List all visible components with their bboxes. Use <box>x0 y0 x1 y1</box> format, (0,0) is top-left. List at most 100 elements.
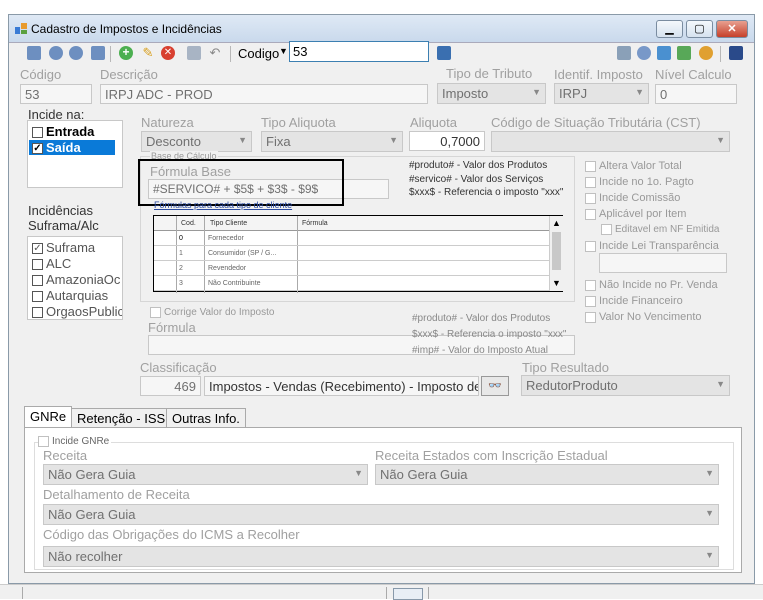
binoculars-search-button[interactable]: 👓 <box>481 376 509 396</box>
maximize-button[interactable]: ▢ <box>686 20 713 38</box>
help-icon[interactable] <box>699 46 713 60</box>
natureza-select[interactable]: Desconto ▼ <box>141 131 252 152</box>
option-altera-valor[interactable]: Altera Valor Total <box>585 158 719 174</box>
incidencia-amazoniaoc-option[interactable]: AmazoniaOc <box>32 272 120 287</box>
option-incide-financeiro[interactable]: Incide Financeiro <box>585 293 718 309</box>
option-valor-vencimento[interactable]: Valor No Vencimento <box>585 309 718 325</box>
incide-entrada-option[interactable]: Entrada <box>32 124 94 139</box>
grid-header-tipo: Tipo Cliente <box>210 220 248 227</box>
tipo-resultado-select[interactable]: RedutorProduto ▼ <box>521 375 730 396</box>
option-incide-1o-pagto[interactable]: Incide no 1o. Pagto <box>585 174 719 190</box>
exit-icon[interactable] <box>729 46 743 60</box>
checkbox-icon[interactable] <box>585 208 596 220</box>
grid-cell-cod: 0 <box>179 235 183 242</box>
hint-line: #produto# - Valor dos Produtos <box>409 160 548 171</box>
tab-gnre[interactable]: GNRe <box>24 406 73 428</box>
codigo-dropdown-icon[interactable]: ▼ <box>279 46 288 56</box>
descricao-field[interactable]: IRPJ ADC - PROD <box>100 84 428 104</box>
scroll-thumb[interactable] <box>552 232 561 270</box>
close-button[interactable]: ✕ <box>716 20 748 38</box>
nivel-calculo-label: Nível Calculo <box>655 67 732 82</box>
chevron-down-icon: ▼ <box>705 468 714 478</box>
option-editavel-nf[interactable]: Editavel em NF Emitida <box>585 222 719 238</box>
tipo-aliquota-select[interactable]: Fixa ▼ <box>261 131 403 152</box>
undo-icon[interactable]: ↶ <box>208 46 222 60</box>
aliquota-field[interactable]: 0,7000 <box>409 131 485 151</box>
option-lei-transparencia[interactable]: Incide Lei Transparência <box>585 238 719 254</box>
checkbox-icon[interactable] <box>150 307 161 318</box>
save-icon[interactable] <box>187 46 201 60</box>
option-aplicavel-item[interactable]: Aplicável por Item <box>585 206 719 222</box>
corrige-formula-label: Fórmula <box>148 320 196 335</box>
incide-na-list: Entrada ✓ Saída <box>27 120 123 188</box>
tipo-tributo-select[interactable]: Imposto ▼ <box>437 83 546 104</box>
checkbox-icon[interactable] <box>32 307 43 319</box>
option-incide-comissao[interactable]: Incide Comissão <box>585 190 719 206</box>
search-record-icon[interactable] <box>437 46 451 60</box>
last-record-icon[interactable] <box>91 46 105 60</box>
receita-select[interactable]: Não Gera Guia ▼ <box>43 464 368 485</box>
incidencia-autarquias-option[interactable]: Autarquias <box>32 288 108 303</box>
checkbox-checked-icon[interactable]: ✓ <box>32 243 43 255</box>
previous-record-icon[interactable] <box>49 46 63 60</box>
option-nao-incide-venda[interactable]: Não Incide no Pr. Venda <box>585 277 718 293</box>
scroll-down-icon[interactable]: ▼ <box>552 278 561 288</box>
toolbar-tool3-icon[interactable] <box>657 46 671 60</box>
incide-gnre-option[interactable]: Incide GNRe <box>38 436 112 448</box>
lei-transparencia-field[interactable] <box>599 253 727 273</box>
add-icon[interactable]: + <box>119 46 133 60</box>
grid-scrollbar[interactable]: ▲ ▼ <box>549 216 563 291</box>
first-record-icon[interactable] <box>27 46 41 60</box>
checkbox-icon[interactable] <box>32 291 43 303</box>
checkbox-icon[interactable] <box>585 160 596 172</box>
classificacao-code-field[interactable]: 469 <box>140 376 201 396</box>
edit-icon[interactable]: ✎ <box>141 46 155 60</box>
app-icon <box>15 23 27 34</box>
checkbox-icon[interactable] <box>585 279 596 291</box>
cst-select[interactable]: ▼ <box>491 131 730 152</box>
checkbox-icon[interactable] <box>32 259 43 271</box>
tab-retencao-iss[interactable]: Retenção - ISS <box>71 408 172 428</box>
corrige-option[interactable]: Corrige Valor do Imposto <box>150 307 274 318</box>
codigo-search-input[interactable]: 53 <box>289 41 429 62</box>
toolbar-separator <box>110 46 111 62</box>
minimize-button[interactable]: ▁ <box>656 20 683 38</box>
mail-icon[interactable] <box>393 588 423 600</box>
incide-saida-option[interactable]: ✓ Saída <box>29 140 115 155</box>
checkbox-icon[interactable] <box>601 223 612 235</box>
incidencia-orgaospublic-option[interactable]: OrgaosPublic <box>32 304 122 319</box>
chevron-down-icon: ▼ <box>354 468 363 478</box>
checkbox-checked-icon[interactable]: ✓ <box>32 143 43 155</box>
checkbox-icon[interactable] <box>585 176 596 188</box>
checkbox-icon[interactable] <box>585 240 596 252</box>
codigo-field[interactable]: 53 <box>20 84 92 104</box>
scroll-up-icon[interactable]: ▲ <box>552 218 561 228</box>
incidencias-subtitle: Suframa/Alc <box>28 218 99 233</box>
chevron-down-icon: ▼ <box>532 87 541 97</box>
identif-imposto-select[interactable]: IRPJ ▼ <box>554 83 649 104</box>
classificacao-desc-field[interactable]: Impostos - Vendas (Recebimento) - Impost… <box>204 376 479 396</box>
incidencia-alc-option[interactable]: ALC <box>32 256 71 271</box>
delete-icon[interactable]: ✕ <box>161 46 175 60</box>
receita-estados-select[interactable]: Não Gera Guia ▼ <box>375 464 719 485</box>
nivel-calculo-field[interactable]: 0 <box>655 84 737 104</box>
checkbox-icon[interactable] <box>32 275 43 287</box>
codigo-obrigacoes-select[interactable]: Não recolher ▼ <box>43 546 719 567</box>
next-record-icon[interactable] <box>69 46 83 60</box>
chevron-down-icon: ▼ <box>389 135 398 145</box>
chevron-down-icon: ▼ <box>635 87 644 97</box>
checkbox-icon[interactable] <box>32 127 43 139</box>
grid-cell-tipo: Consumidor (SP / G... <box>208 250 277 257</box>
checkbox-icon[interactable] <box>585 192 596 204</box>
toolbar-tool4-icon[interactable] <box>677 46 691 60</box>
receita-estados-value: Não Gera Guia <box>380 467 468 482</box>
tab-outras-info[interactable]: Outras Info. <box>166 408 246 428</box>
toolbar-tool2-icon[interactable] <box>637 46 651 60</box>
checkbox-icon[interactable] <box>585 295 596 307</box>
toolbar-tool1-icon[interactable] <box>617 46 631 60</box>
incidencia-suframa-option[interactable]: ✓ Suframa <box>32 240 95 255</box>
detalhamento-select[interactable]: Não Gera Guia ▼ <box>43 504 719 525</box>
checkbox-icon[interactable] <box>585 311 596 323</box>
toolbar: + ✎ ✕ ↶ Codigo ▼ 53 <box>9 41 754 65</box>
checkbox-icon[interactable] <box>38 436 49 447</box>
